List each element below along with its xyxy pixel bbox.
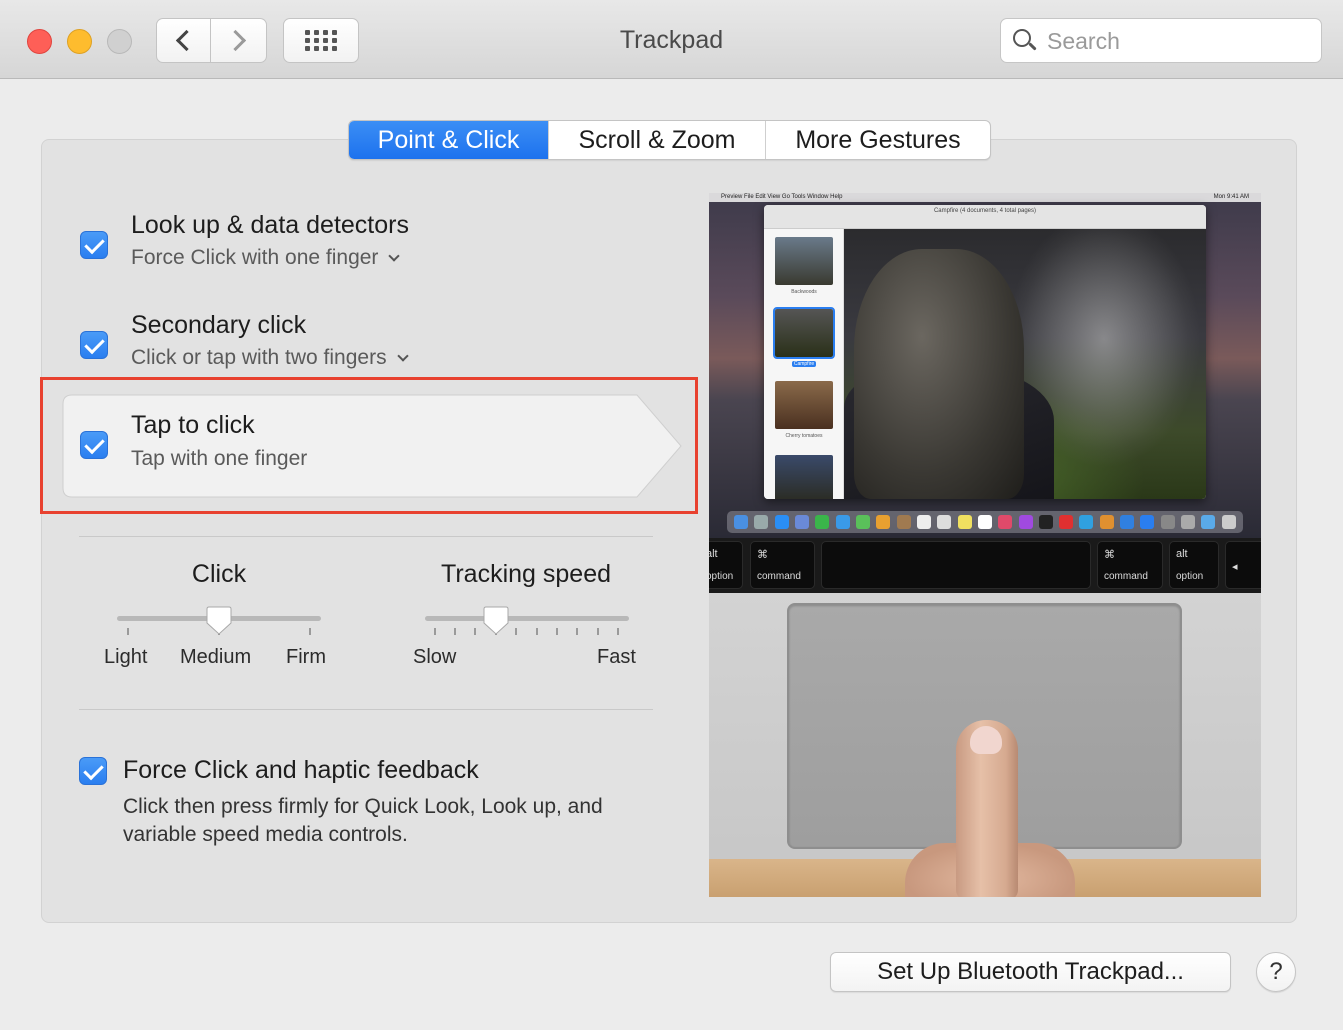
- preview-menubar: Preview File Edit View Go Tools Window H…: [721, 194, 843, 200]
- divider: [79, 536, 653, 537]
- search-field[interactable]: [1000, 18, 1322, 63]
- tracking-slider-knob[interactable]: [483, 606, 509, 636]
- click-label-light: Light: [104, 646, 148, 668]
- look-up-title: Look up & data detectors: [131, 211, 409, 239]
- force-click-description: Click then press firmly for Quick Look, …: [123, 795, 603, 846]
- look-up-dropdown[interactable]: Force Click with one finger: [131, 246, 401, 270]
- minimize-window-button[interactable]: [67, 29, 92, 54]
- tracking-slider-title: Tracking speed: [441, 560, 611, 588]
- chevron-down-icon: [396, 350, 409, 362]
- preview-clock: Mon 9:41 AM: [1213, 194, 1249, 200]
- click-slider-knob[interactable]: [206, 606, 232, 636]
- search-input[interactable]: [1047, 25, 1309, 57]
- grid-icon: [305, 30, 337, 51]
- force-click-title: Force Click and haptic feedback: [123, 756, 479, 784]
- tab-point-and-click[interactable]: Point & Click: [349, 121, 549, 159]
- forward-button[interactable]: [211, 18, 267, 63]
- secondary-click-subtitle: Click or tap with two fingers: [131, 346, 387, 369]
- show-all-button[interactable]: [283, 18, 359, 63]
- back-button[interactable]: [156, 18, 211, 63]
- gesture-preview-video: Preview File Edit View Go Tools Window H…: [709, 193, 1261, 897]
- zoom-window-button: [107, 29, 132, 54]
- click-slider-title: Click: [191, 560, 247, 588]
- title-bar: Trackpad: [0, 0, 1343, 79]
- force-click-checkbox[interactable]: [79, 757, 107, 785]
- preview-thumbnails: Backwoods Campfire Cherry tomatoes: [764, 229, 844, 499]
- tracking-label-fast: Fast: [597, 646, 636, 668]
- tracking-label-slow: Slow: [413, 646, 457, 668]
- preview-keyboard: altoption ⌘command ⌘command altoption ◂: [709, 538, 1261, 593]
- divider: [79, 709, 653, 710]
- secondary-click-checkbox[interactable]: [80, 331, 108, 359]
- help-button[interactable]: ?: [1256, 952, 1296, 992]
- tab-bar: Point & Click Scroll & Zoom More Gesture…: [348, 120, 991, 160]
- tracking-slider-track[interactable]: [425, 616, 629, 621]
- tab-more-gestures[interactable]: More Gestures: [766, 121, 990, 159]
- click-label-firm: Firm: [286, 646, 326, 668]
- tab-scroll-and-zoom[interactable]: Scroll & Zoom: [549, 121, 766, 159]
- preview-app-window: Campfire (4 documents, 4 total pages) Ba…: [764, 205, 1206, 499]
- chevron-left-icon: [175, 29, 198, 52]
- chevron-down-icon: [388, 250, 401, 262]
- preview-photo: [844, 229, 1206, 499]
- annotation-highlight-frame: [40, 377, 698, 514]
- setup-bluetooth-trackpad-button[interactable]: Set Up Bluetooth Trackpad...: [830, 952, 1231, 992]
- preview-dock: [727, 511, 1243, 533]
- click-label-medium: Medium: [180, 646, 252, 668]
- preview-window-title: Campfire (4 documents, 4 total pages): [933, 208, 1037, 214]
- preview-screen: Preview File Edit View Go Tools Window H…: [709, 193, 1261, 538]
- look-up-subtitle: Force Click with one finger: [131, 246, 379, 269]
- secondary-click-dropdown[interactable]: Click or tap with two fingers: [131, 346, 409, 370]
- close-window-button[interactable]: [27, 29, 52, 54]
- chevron-right-icon: [224, 29, 247, 52]
- look-up-checkbox[interactable]: [80, 231, 108, 259]
- search-icon: [1013, 29, 1037, 53]
- secondary-click-title: Secondary click: [131, 311, 307, 339]
- preview-finger: [956, 720, 1018, 897]
